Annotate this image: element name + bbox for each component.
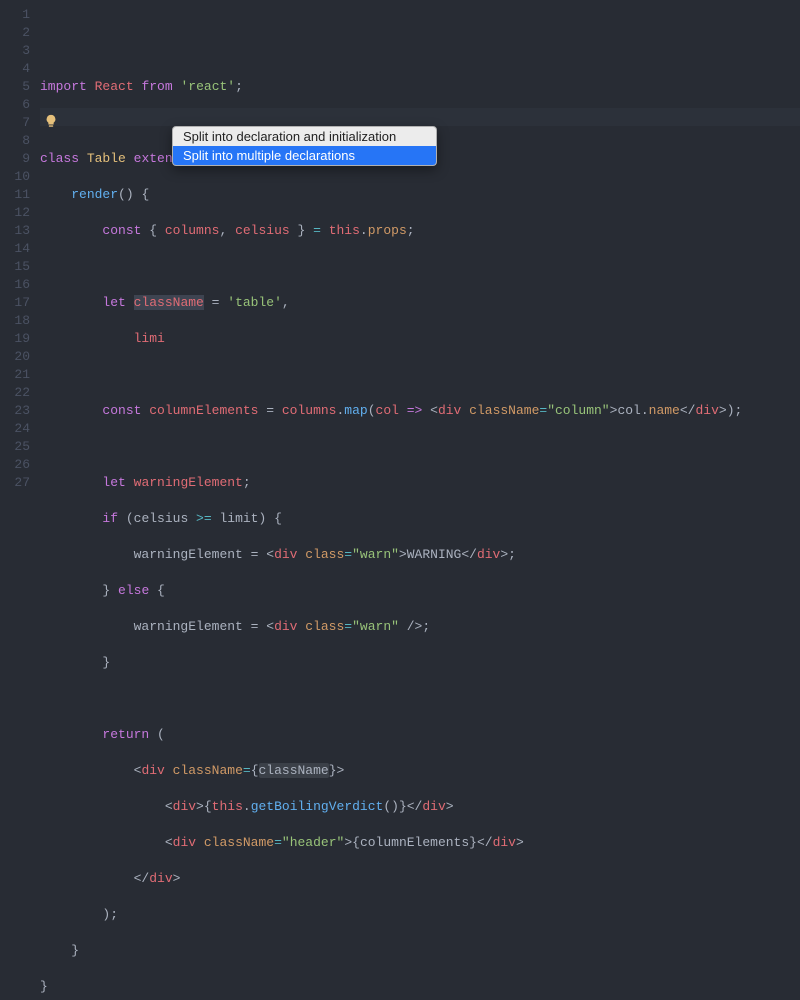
intention-action-item[interactable]: Split into declaration and initializatio… — [173, 127, 436, 146]
lightbulb-icon[interactable] — [44, 114, 58, 128]
line-number: 7 — [0, 114, 30, 132]
line-number: 4 — [0, 60, 30, 78]
line-number: 24 — [0, 420, 30, 438]
line-number: 27 — [0, 474, 30, 492]
line-number: 20 — [0, 348, 30, 366]
line-number: 5 — [0, 78, 30, 96]
line-number: 22 — [0, 384, 30, 402]
line-number: 23 — [0, 402, 30, 420]
line-number: 12 — [0, 204, 30, 222]
line-number: 19 — [0, 330, 30, 348]
intention-actions-popup: Split into declaration and initializatio… — [172, 126, 437, 166]
line-number: 16 — [0, 276, 30, 294]
code-editor: 1 2 3 4 5 6 7 8 9 10 11 12 13 14 15 16 1… — [0, 0, 800, 500]
line-number: 10 — [0, 168, 30, 186]
line-gutter: 1 2 3 4 5 6 7 8 9 10 11 12 13 14 15 16 1… — [0, 0, 40, 500]
line-number: 21 — [0, 366, 30, 384]
intention-action-item[interactable]: Split into multiple declarations — [173, 146, 436, 165]
line-number: 15 — [0, 258, 30, 276]
line-number: 6 — [0, 96, 30, 114]
line-number: 11 — [0, 186, 30, 204]
line-number: 8 — [0, 132, 30, 150]
line-number: 9 — [0, 150, 30, 168]
line-number: 13 — [0, 222, 30, 240]
line-number: 17 — [0, 294, 30, 312]
line-number: 2 — [0, 24, 30, 42]
line-number: 25 — [0, 438, 30, 456]
line-number: 18 — [0, 312, 30, 330]
line-number: 3 — [0, 42, 30, 60]
code-area[interactable]: import React from 'react'; class Table e… — [40, 0, 800, 500]
line-number: 14 — [0, 240, 30, 258]
line-number: 26 — [0, 456, 30, 474]
line-number: 1 — [0, 6, 30, 24]
